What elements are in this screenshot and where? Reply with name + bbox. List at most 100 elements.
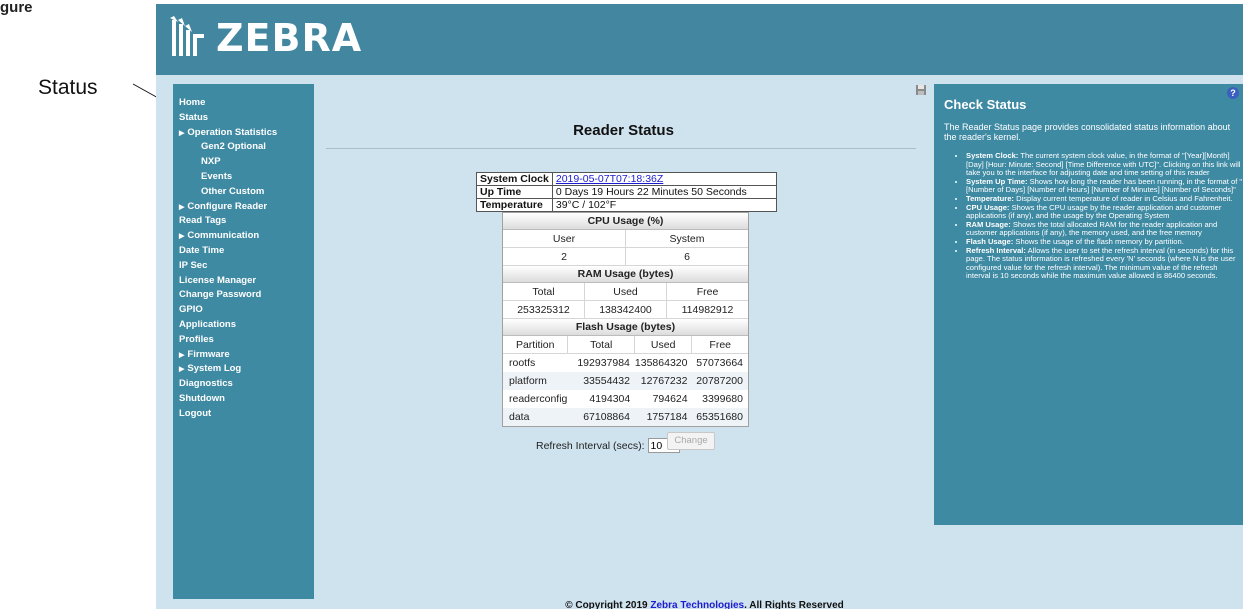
flash-cell: 4194304 bbox=[589, 393, 631, 405]
caret-right-icon: ▶ bbox=[179, 351, 185, 359]
sidebar-item-label: Date Time bbox=[179, 244, 225, 256]
zebra-head-icon bbox=[170, 16, 204, 56]
caret-right-icon: ▶ bbox=[179, 366, 185, 374]
table-row: System Clock 2019-05-07T07:18:36Z bbox=[476, 172, 777, 186]
system-clock-link[interactable]: 2019-05-07T07:18:36Z bbox=[556, 173, 663, 185]
footer-link[interactable]: Zebra Technologies bbox=[650, 600, 744, 609]
ram-header-free: Free bbox=[696, 286, 719, 298]
sidebar-item-operation-statistics[interactable]: ▶ Operation Statistics bbox=[173, 126, 314, 141]
sidebar-item-logout[interactable]: Logout bbox=[173, 407, 314, 422]
cpu-system-value: 6 bbox=[684, 251, 690, 263]
sidebar-item-profiles[interactable]: Profiles bbox=[173, 333, 314, 348]
sidebar-item-date-time[interactable]: Date Time bbox=[173, 244, 314, 259]
sidebar-item-home[interactable]: Home bbox=[173, 96, 314, 111]
cpu-usage-title: CPU Usage (%) bbox=[503, 213, 748, 230]
logo-text: ZEBRA bbox=[216, 16, 363, 60]
sidebar-item-license-manager[interactable]: License Manager bbox=[173, 274, 314, 289]
refresh-label: Refresh Interval (secs): bbox=[536, 439, 645, 452]
uptime-label: Up Time bbox=[476, 185, 553, 199]
sidebar-item-other-custom[interactable]: Other Custom bbox=[173, 185, 314, 200]
sidebar-item-label: Profiles bbox=[179, 333, 214, 345]
change-button[interactable]: Change bbox=[667, 432, 715, 450]
temperature-value: 39°C / 102°F bbox=[551, 198, 777, 212]
flash-cell: 135864320 bbox=[634, 357, 688, 369]
sidebar-item-status[interactable]: Status bbox=[173, 111, 314, 126]
flash-cell: 67108864 bbox=[583, 411, 630, 423]
flash-header-used: Used bbox=[635, 336, 693, 353]
sidebar-item-label: Status bbox=[179, 111, 209, 123]
sidebar-item-events[interactable]: Events bbox=[173, 170, 314, 185]
sidebar-item-system-log[interactable]: ▶ System Log bbox=[173, 362, 314, 377]
cpu-header-system: System bbox=[669, 233, 705, 245]
save-icon[interactable] bbox=[915, 84, 927, 96]
ram-header-total: Total bbox=[503, 283, 585, 300]
help-list: System Clock: The current system clock v… bbox=[944, 151, 1243, 281]
sidebar-item-shutdown[interactable]: Shutdown bbox=[173, 392, 314, 407]
flash-cell: 794624 bbox=[652, 393, 688, 405]
caret-right-icon: ▶ bbox=[179, 233, 185, 241]
sidebar-item-firmware[interactable]: ▶ Firmware bbox=[173, 348, 314, 363]
sidebar-item-read-tags[interactable]: Read Tags bbox=[173, 214, 314, 229]
sidebar-nav: Home Status ▶ Operation Statistics Gen2 Opti… bbox=[173, 84, 314, 599]
list-item: Refresh Interval: Allows the user to set… bbox=[966, 246, 1243, 281]
sidebar-item-label: Operation Statistics bbox=[187, 126, 278, 138]
cpu-user-value: 2 bbox=[503, 248, 626, 265]
table-row: Up Time 0 Days 19 Hours 22 Minutes 50 Se… bbox=[476, 185, 777, 199]
sidebar-item-label: Communication bbox=[187, 230, 260, 242]
help-question-icon[interactable]: ? bbox=[1227, 87, 1239, 99]
caret-right-icon: ▶ bbox=[179, 129, 185, 137]
flash-cell: 57073664 bbox=[696, 357, 743, 369]
zebra-logo: ZEBRA bbox=[166, 16, 362, 60]
sidebar-item-applications[interactable]: Applications bbox=[173, 318, 314, 333]
flash-cell: rootfs bbox=[509, 357, 536, 369]
sidebar-item-label: NXP bbox=[201, 156, 221, 168]
footer-suffix: . All Rights Reserved bbox=[744, 600, 844, 609]
temperature-label: Temperature bbox=[476, 198, 553, 212]
sidebar-item-label: License Manager bbox=[179, 274, 257, 286]
sidebar-item-label: Change Password bbox=[179, 289, 262, 301]
sidebar-item-gpio[interactable]: GPIO bbox=[173, 303, 314, 318]
flash-cell: 65351680 bbox=[696, 411, 743, 423]
usage-table: CPU Usage (%) User System 2 6 RAM Usage … bbox=[502, 212, 749, 427]
sidebar-item-ip-sec[interactable]: IP Sec bbox=[173, 259, 314, 274]
sidebar-item-label: Shutdown bbox=[179, 392, 225, 404]
footer-prefix: © Copyright 2019 bbox=[565, 600, 651, 609]
ram-used-value: 138342400 bbox=[585, 301, 667, 318]
flash-cell: readerconfig bbox=[509, 393, 568, 405]
table-row: rootfs 192937984 135864320 57073664 bbox=[503, 354, 748, 372]
sidebar-item-label: IP Sec bbox=[179, 259, 208, 271]
cpu-header-user: User bbox=[503, 230, 626, 247]
sidebar-item-change-password[interactable]: Change Password bbox=[173, 288, 314, 303]
flash-usage-title: Flash Usage (bytes) bbox=[503, 319, 748, 336]
system-clock-cell: 2019-05-07T07:18:36Z bbox=[551, 172, 777, 186]
top-banner: ZEBRA bbox=[156, 4, 1243, 75]
flash-header-total: Total bbox=[568, 336, 635, 353]
table-row: data 67108864 1757184 65351680 bbox=[503, 408, 748, 426]
sidebar-item-communication[interactable]: ▶ Communication bbox=[173, 229, 314, 244]
ram-total-value: 253325312 bbox=[503, 301, 585, 318]
flash-header-partition: Partition bbox=[503, 336, 569, 353]
flash-cell: data bbox=[509, 411, 530, 423]
sidebar-item-nxp[interactable]: NXP bbox=[173, 155, 314, 170]
sidebar-item-diagnostics[interactable]: Diagnostics bbox=[173, 377, 314, 392]
flash-cell: 12767232 bbox=[640, 375, 688, 387]
ram-value-row: 253325312 138342400 114982912 bbox=[503, 301, 748, 319]
flash-cell: 192937984 bbox=[577, 357, 630, 369]
caret-right-icon: ▶ bbox=[179, 203, 185, 211]
sidebar-item-configure-reader[interactable]: ▶ Configure Reader bbox=[173, 200, 314, 215]
list-item: System Clock: The current system clock v… bbox=[966, 151, 1243, 178]
title-divider bbox=[326, 148, 916, 149]
sidebar-item-label: Read Tags bbox=[179, 215, 227, 227]
status-summary-table: System Clock 2019-05-07T07:18:36Z Up Tim… bbox=[476, 172, 777, 212]
refresh-control: Refresh Interval (secs): bbox=[536, 438, 680, 453]
table-row: Temperature 39°C / 102°F bbox=[476, 198, 777, 212]
sidebar-item-gen2-optional[interactable]: Gen2 Optional bbox=[173, 140, 314, 155]
flash-rows: rootfs 192937984 135864320 57073664 platform… bbox=[503, 354, 748, 426]
list-item: CPU Usage: Shows the CPU usage by the re… bbox=[966, 203, 1243, 221]
cpu-value-row: 2 6 bbox=[503, 248, 748, 266]
list-item: System Up Time: Shows how long the reade… bbox=[966, 177, 1243, 195]
flash-cell: 3399680 bbox=[702, 393, 743, 405]
uptime-value: 0 Days 19 Hours 22 Minutes 50 Seconds bbox=[551, 185, 777, 199]
sidebar-item-label: Logout bbox=[179, 407, 212, 419]
main-panel: Reader Status System Clock 2019-05-07T07… bbox=[316, 84, 931, 604]
